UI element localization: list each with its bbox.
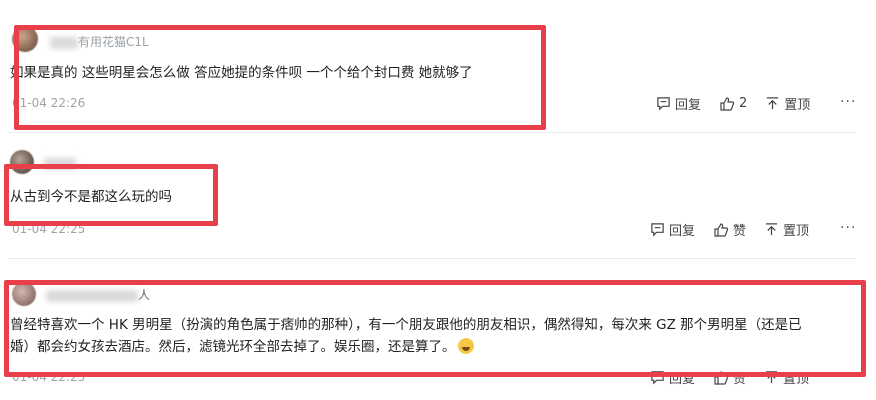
username[interactable]: 有用花猫C1L [50, 33, 149, 50]
comment-text-line-1: 曾经特喜欢一个 HK 男明星（扮演的角色属于痞帅的那种），有一个朋友跟他的朋友相… [10, 317, 802, 333]
username[interactable]: 人 [46, 286, 150, 303]
more-options-button[interactable]: ··· [840, 94, 856, 110]
more-options-button[interactable]: ··· [840, 220, 856, 236]
like-label: 赞 [733, 372, 747, 387]
pin-top-icon [765, 371, 778, 384]
comment-time: 01-04 22:25 [12, 222, 86, 236]
comment-text: 如果是真的 这些明星会怎么做 答应她提的条件呗 一个个给个封口费 她就够了 [10, 65, 473, 81]
thumbs-up-icon [714, 222, 729, 237]
divider [8, 258, 856, 259]
thumbs-up-icon [714, 370, 729, 385]
reply-button[interactable]: 回复 [656, 94, 701, 113]
like-label: 赞 [733, 224, 747, 239]
laughing-emoji-icon [457, 338, 474, 354]
pin-label: 置顶 [783, 224, 810, 239]
username[interactable] [44, 156, 76, 170]
comment-icon [651, 371, 664, 385]
avatar[interactable] [10, 150, 34, 174]
reply-label: 回复 [675, 98, 702, 113]
comment-text-line-2: 婚）都会约女孩去酒店。然后，滤镜光环全部去掉了。娱乐圈，还是算了。 [10, 336, 474, 358]
like-button[interactable]: 2 [719, 96, 747, 112]
reply-label: 回复 [669, 224, 696, 239]
comment-time: 01-04 22:25 [12, 370, 86, 384]
comment-text: 从古到今不是都这么玩的吗 [10, 189, 172, 205]
reply-button[interactable]: 回复 [650, 220, 695, 239]
pin-label: 置顶 [783, 372, 810, 387]
reply-label: 回复 [669, 372, 696, 387]
divider [8, 132, 856, 133]
like-count: 2 [739, 96, 748, 111]
pin-top-button[interactable]: 置顶 [764, 368, 809, 387]
like-button[interactable]: 赞 [713, 220, 746, 239]
more-options-button[interactable]: ··· [840, 368, 856, 384]
thumbs-up-icon [720, 96, 735, 111]
comment-icon [657, 97, 670, 111]
pin-label: 置顶 [784, 98, 811, 113]
pin-top-button[interactable]: 置顶 [764, 220, 809, 239]
pin-top-icon [767, 97, 779, 110]
comment-icon [651, 223, 664, 237]
like-button[interactable]: 赞 [713, 368, 746, 387]
reply-button[interactable]: 回复 [650, 368, 695, 387]
pin-top-icon [765, 223, 778, 236]
avatar[interactable] [12, 282, 36, 306]
pin-top-button[interactable]: 置顶 [765, 94, 810, 113]
comment-time: 01-04 22:26 [12, 96, 86, 110]
avatar[interactable] [12, 26, 38, 52]
